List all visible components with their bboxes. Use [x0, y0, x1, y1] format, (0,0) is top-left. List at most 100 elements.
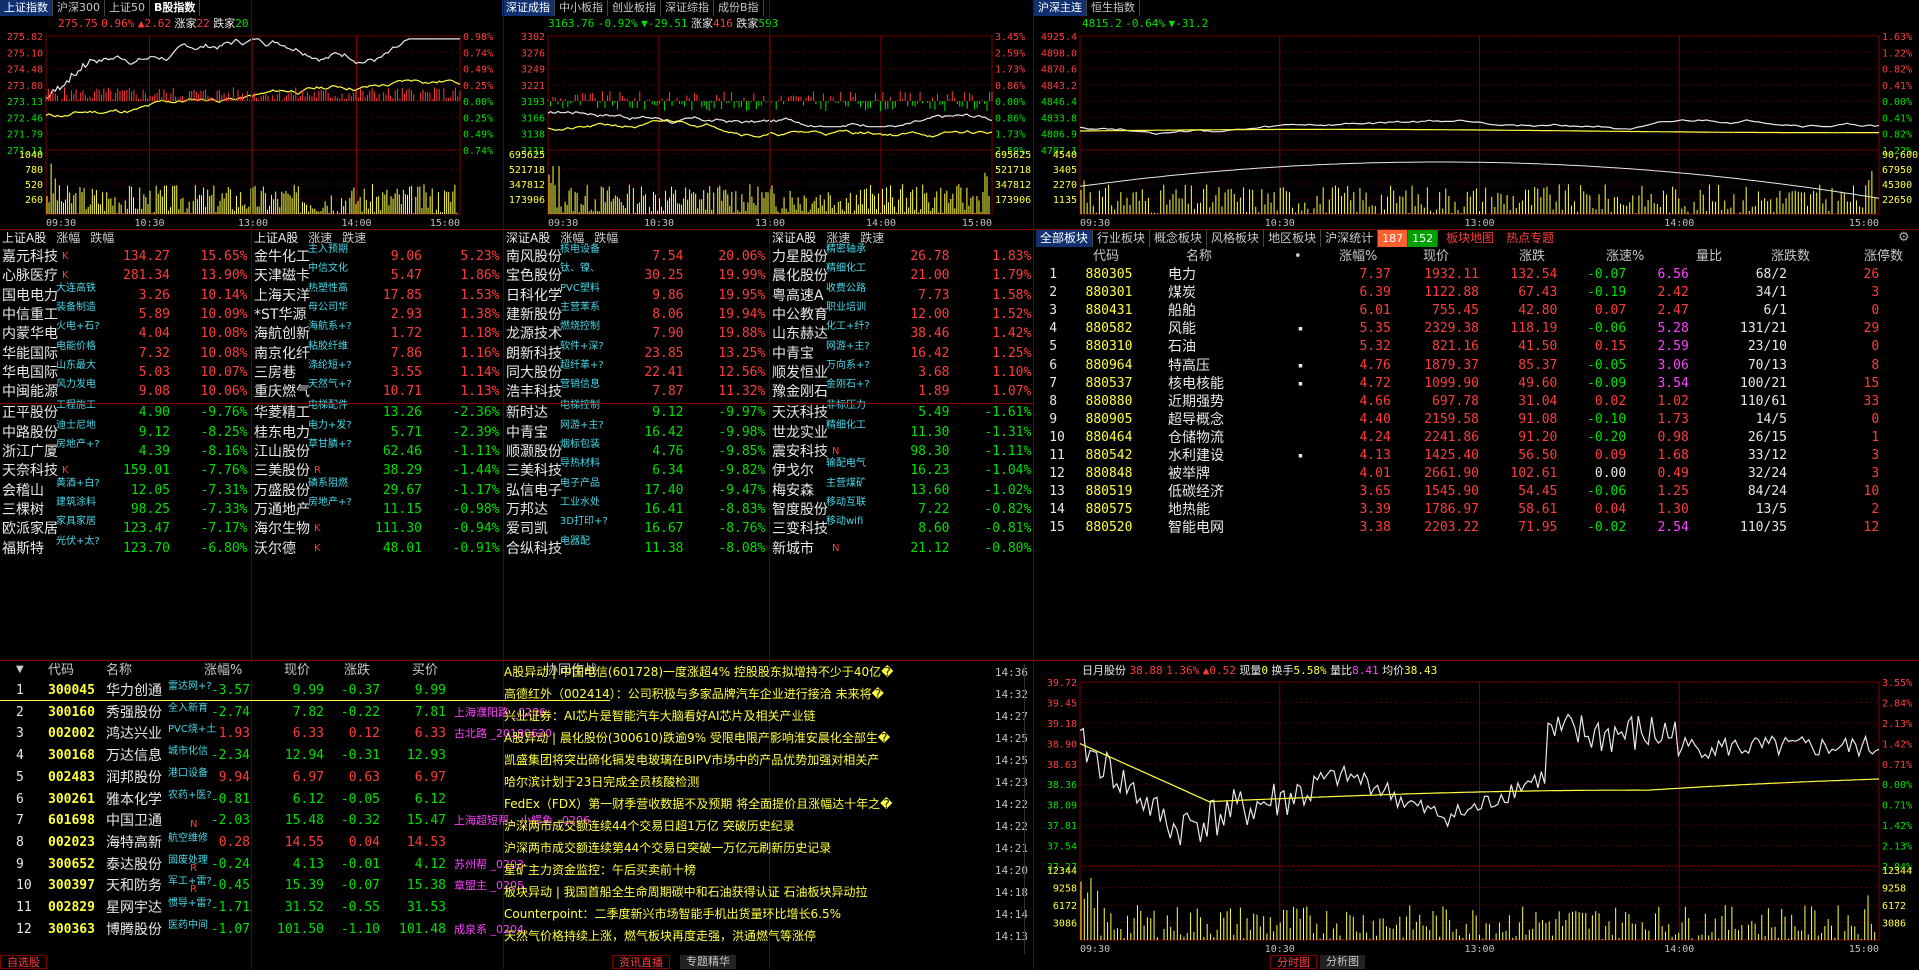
list-header[interactable]: 上证A股 涨幅 跌幅 — [0, 230, 250, 247]
tab-watchlist[interactable]: 自选股 — [0, 955, 47, 969]
news-item[interactable]: 沪深两市成交额连续44个交易日超1万亿 突破历史纪录 14:22 — [504, 818, 1028, 835]
list-item[interactable]: 福斯特 光伏+太? 123.70 -6.80% — [0, 536, 250, 558]
news-scrollbar[interactable] — [1024, 664, 1032, 954]
list-item[interactable]: 万通地产 房地产+? 11.15 -0.98% — [252, 497, 502, 519]
list-item[interactable]: 浩丰科技 营销信息 7.87 11.32% — [504, 380, 768, 401]
list-header[interactable]: 深证A股 涨幅 跌幅 — [504, 230, 768, 247]
list-item[interactable]: 伊戈尔 输配电气 16.23 -1.04% — [770, 459, 1034, 480]
list-item[interactable]: 三美科技 导热材料 6.34 -9.82% — [504, 459, 768, 480]
list-item[interactable]: 中路股份 迪士尼地 9.12 -8.25% — [0, 420, 250, 442]
list-item[interactable]: 爱司凯 3D打印+? 16.67 -8.76% — [504, 517, 768, 538]
list-item[interactable]: 弘信电子 电子产品 17.40 -9.47% — [504, 478, 768, 500]
list-item[interactable]: 梅安森 主营煤矿 13.60 -1.02% — [770, 478, 1034, 500]
table-row[interactable]: 5 880310 石油 5.32 821.16 41.50 0.15 2.59 23/10 0 — [1036, 338, 1916, 356]
column-header[interactable]: 涨跌 — [1519, 248, 1545, 266]
column-header[interactable]: • — [1294, 248, 1302, 266]
list-item[interactable]: 朗新科技 软件+深? 23.85 13.25% — [504, 341, 768, 363]
list-item[interactable]: 力星股份 精密轴承 26.78 1.83% — [770, 245, 1034, 266]
list-item[interactable]: 震安科技 N 98.30 -1.11% — [770, 443, 1034, 461]
news-item[interactable]: 板块异动 | 我国首船全生命周期碳中和石油获得认证 石油板块异动拉 14:18 — [504, 884, 1028, 901]
list-item[interactable]: 山东赫达 化工+纤? 38.46 1.42% — [770, 322, 1034, 343]
list-item[interactable]: 会稽山 黄酒+白? 12.05 -7.31% — [0, 478, 250, 500]
list-item[interactable]: 中信重工 装备制造 5.89 10.09% — [0, 302, 250, 324]
column-header[interactable]: 现价 — [1423, 248, 1449, 266]
table-row[interactable]: 8 880880 近期强势 4.66 697.78 31.04 0.02 1.02 110/61… — [1036, 393, 1916, 411]
tab-news-live[interactable]: 资讯直播 — [612, 955, 670, 969]
sector-tab[interactable]: 风格板块 — [1207, 230, 1265, 247]
news-item[interactable]: 星矿主力资金监控：午后买卖前十榜 14:20 — [504, 862, 1028, 879]
list-item[interactable]: 天奈科技 K 159.01 -7.76% — [0, 462, 250, 480]
column-header[interactable]: 涨停数 — [1864, 248, 1903, 266]
list-item[interactable]: 上海天洋 热塑性高 17.85 1.53% — [252, 283, 502, 305]
table-row[interactable]: 1 880305 电力 7.37 1932.11 132.54 -0.07 6.56 68/2 2… — [1036, 266, 1916, 284]
tr-chart[interactable]: 4925.4 1.63% 4898.0 1.22% 4870.6 0.82% 4843.2 0… — [1034, 30, 1919, 228]
news-item[interactable]: 兴业证券：AI芯片是智能汽车大脑看好AI芯片及相关产业链 14:27 — [504, 708, 1028, 725]
table-row[interactable]: 9 880905 超导概念 4.40 2159.58 91.08 -0.10 1.73 14/5… — [1036, 411, 1916, 429]
list-item[interactable]: 建新股份 主营苯系 8.06 19.94% — [504, 302, 768, 324]
table-row[interactable]: 3 880431 船舶 6.01 755.45 42.80 0.07 2.47 6/1 0 — [1036, 302, 1916, 320]
list-item[interactable]: 金牛化工 主入预期 9.06 5.23% — [252, 245, 502, 266]
tab-b-index[interactable]: B股指数 — [150, 0, 201, 16]
news-item[interactable]: A股异动 | 晨化股份(300610)跌逾9% 受限电限产影响淮安晨化全部生� 1… — [504, 730, 1028, 747]
news-item[interactable]: 凯盛集团将突出碲化镉发电玻璃在BIPV市场中的产品优势加强对相关产 14:25 — [504, 752, 1028, 769]
tl-chart[interactable]: 275.82 0.98% 275.10 0.74% 274.48 0.49% 273.80 0… — [0, 30, 500, 228]
list-header-tab[interactable]: 涨幅 — [56, 230, 80, 247]
list-item[interactable]: 粤高速A 收费公路 7.73 1.58% — [770, 283, 1034, 305]
list-item[interactable]: 智度股份 移动互联 7.22 -0.82% — [770, 497, 1034, 519]
list-item[interactable]: 江山股份 草甘膦+? 62.46 -1.11% — [252, 440, 502, 461]
list-item[interactable]: 新城市 N 21.12 -0.80% — [770, 540, 1034, 558]
tab-hsi[interactable]: 恒生指数 — [1087, 0, 1140, 16]
list-header-tab[interactable]: 深证A股 — [772, 230, 816, 247]
list-header-tab[interactable]: 跌幅 — [90, 230, 114, 247]
list-item[interactable]: 三棵树 建筑涂料 98.25 -7.33% — [0, 497, 250, 519]
column-header[interactable]: 名称 — [1186, 248, 1212, 266]
list-item[interactable]: 中公教育 职业培训 12.00 1.52% — [770, 302, 1034, 324]
news-item[interactable]: 天然气价格持续上涨，燃气板块再度走强，洪通燃气等涨停 14:13 — [504, 928, 1028, 945]
list-item[interactable]: 桂东电力 电力+发? 5.71 -2.39% — [252, 420, 502, 442]
list-item[interactable]: 嘉元科技 K 134.27 15.65% — [0, 248, 250, 266]
list-header-tab[interactable]: 深证A股 — [506, 230, 550, 247]
news-item[interactable]: 沪深两市成交额连续第44个交易日突破一万亿元刷新历史记录 14:21 — [504, 840, 1028, 857]
column-header[interactable]: 代码 — [48, 662, 74, 680]
settings-gear-icon[interactable]: ⚙ — [1898, 230, 1910, 245]
table-row[interactable]: 4 880582 风能 ▪ 5.35 2329.38 118.19 -0.06 5.28 131/… — [1036, 320, 1916, 338]
list-item[interactable]: 宝色股份 钛、镍、 30.25 19.99% — [504, 264, 768, 285]
list-item[interactable]: 南京化纤 粘胶纤维 7.86 1.16% — [252, 341, 502, 363]
list-item[interactable]: *ST华源 母公司华 2.93 1.38% — [252, 302, 502, 324]
list-item[interactable]: 南风股份 核电设备 7.54 20.06% — [504, 245, 768, 266]
table-row[interactable]: 13 880519 低碳经济 3.65 1545.90 54.45 -0.06 1.25 84/… — [1036, 483, 1916, 501]
table-row[interactable]: 7 880537 核电核能 ▪ 4.72 1099.90 49.60 -0.09 3.54 100… — [1036, 375, 1916, 393]
stock-chart[interactable]: 39.72 3.55% 39.45 2.84% 39.18 2.13% 38.90 1.42%… — [1034, 676, 1919, 954]
sector-tab[interactable]: 全部板块 — [1036, 230, 1094, 247]
list-header-tab[interactable]: 上证A股 — [2, 230, 46, 247]
table-row[interactable]: 12 880848 被举牌 4.01 2661.90 102.61 0.00 0.49 32/2… — [1036, 465, 1916, 483]
column-header[interactable]: 买价 — [412, 662, 438, 680]
table-row[interactable]: 11 880542 水利建设 ▪ 4.13 1425.40 56.50 0.09 1.68 33/… — [1036, 447, 1916, 465]
tm-chart[interactable]: 3302 3.45% 3276 2.59% 3249 1.73% 3221 0.86% 3193… — [502, 30, 1032, 228]
list-item[interactable]: 万盛股份 磷系阻燃 29.67 -1.17% — [252, 478, 502, 500]
tab-intraday[interactable]: 分时图 — [1270, 955, 1317, 969]
list-item[interactable]: 晨化股份 精细化工 21.00 1.79% — [770, 264, 1034, 285]
tab-hs-main[interactable]: 沪深主连 — [1034, 0, 1087, 16]
table-row[interactable]: 6 880964 特高压 ▪ 4.76 1879.37 85.37 -0.05 3.06 70/1… — [1036, 357, 1916, 375]
tab-hs300[interactable]: 沪深300 — [53, 0, 105, 16]
list-item[interactable]: 华能国际 电能价格 7.32 10.08% — [0, 341, 250, 363]
sort-arrow-icon[interactable]: ▼ — [16, 664, 24, 675]
tab-sme[interactable]: 中小板指 — [555, 0, 608, 16]
tab-news-topics[interactable]: 专题精华 — [680, 955, 736, 969]
list-item[interactable]: 龙源技术 燃烧控制 7.90 19.88% — [504, 322, 768, 343]
list-header-tab[interactable]: 上证A股 — [254, 230, 298, 247]
news-item[interactable]: A股异动 | 中国电信(601728)一度涨超4% 控股股东拟增持不少于40亿�… — [504, 664, 1028, 681]
list-item[interactable]: 天津磁卡 中信文化 5.47 1.86% — [252, 264, 502, 285]
column-header[interactable]: 量比 — [1696, 248, 1722, 266]
list-item[interactable]: 世龙实业 精细化工 11.30 -1.31% — [770, 420, 1034, 442]
column-header[interactable]: 涨速% — [1606, 248, 1644, 266]
sector-tab[interactable]: 行业板块 — [1093, 230, 1151, 247]
list-item[interactable]: 新时达 电梯控制 9.12 -9.97% — [504, 401, 768, 422]
list-item[interactable]: 正平股份 工程施工 4.90 -9.76% — [0, 401, 250, 422]
news-item[interactable]: FedEx（FDX）第一财季营收数据不及预期 将全面提价且涨幅达十年之� 14:2… — [504, 796, 1028, 813]
list-header[interactable]: 深证A股 涨速 跌速 — [770, 230, 1034, 247]
column-header[interactable]: 代码 — [1093, 248, 1119, 266]
table-row[interactable]: 14 880575 地热能 3.39 1786.97 58.61 0.04 1.30 13/5 2 — [1036, 501, 1916, 519]
tab-sz-b[interactable]: 成份B指 — [714, 0, 764, 16]
